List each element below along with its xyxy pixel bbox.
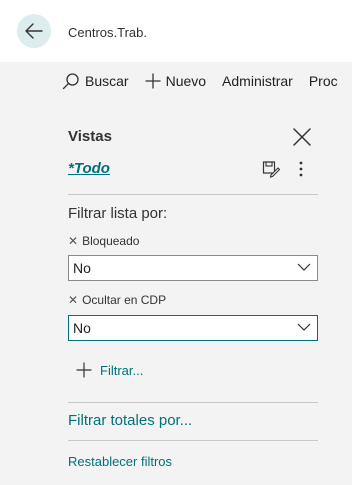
filter-value: No [73, 260, 91, 276]
top-bar: Centros.Trab. [0, 0, 352, 62]
manage-menu-button[interactable]: Administrar [222, 73, 293, 89]
filter-list-heading: Filtrar lista por: [68, 205, 168, 222]
page-title: Centros.Trab. [68, 25, 147, 40]
save-view-icon [262, 161, 281, 178]
plus-icon [144, 73, 161, 89]
chevron-down-icon [297, 323, 311, 331]
more-vertical-icon [299, 161, 303, 177]
reset-filters-link[interactable]: Restablecer filtros [68, 454, 172, 469]
filter-value: No [73, 320, 91, 336]
filter-field-name: Bloqueado [82, 234, 140, 248]
save-view-button[interactable] [262, 160, 281, 178]
filter-field-name: Ocultar en CDP [82, 293, 167, 307]
divider [68, 194, 318, 195]
new-button-label: Nuevo [165, 73, 207, 89]
current-view-link[interactable]: *Todo [68, 160, 110, 177]
filter-value-select[interactable]: No [68, 255, 318, 281]
search-icon [62, 73, 79, 90]
filter-totals-link[interactable]: Filtrar totales por... [68, 412, 192, 429]
filter-pane: Vistas *Todo Filtrar lista por: ✕ Bloque… [62, 112, 352, 485]
filter-field-label: ✕ Ocultar en CDP [68, 293, 166, 307]
remove-filter-icon[interactable]: ✕ [68, 234, 78, 248]
new-button[interactable]: Nuevo [144, 73, 207, 89]
search-button[interactable]: Buscar [62, 72, 129, 90]
add-filter-label: Filtrar... [100, 362, 144, 378]
remove-filter-icon[interactable]: ✕ [68, 293, 78, 307]
filter-field-label: ✕ Bloqueado [68, 234, 139, 248]
process-menu-button[interactable]: Proc [309, 73, 338, 89]
views-heading: Vistas [68, 128, 112, 145]
close-icon [293, 128, 311, 146]
filter-value-select[interactable]: No [68, 315, 318, 341]
plus-icon [76, 362, 92, 378]
more-options-button[interactable] [294, 159, 308, 179]
back-button[interactable] [17, 14, 51, 48]
add-filter-button[interactable]: Filtrar... [76, 362, 143, 378]
divider [68, 440, 318, 441]
search-button-label: Buscar [85, 73, 129, 89]
divider [68, 402, 318, 403]
process-menu-label: Proc [308, 73, 338, 89]
action-bar: Buscar Nuevo Administrar Proc [62, 62, 352, 100]
close-pane-button[interactable] [291, 126, 313, 148]
chevron-down-icon [297, 263, 311, 271]
manage-menu-label: Administrar [222, 73, 293, 89]
arrow-left-icon [25, 23, 43, 39]
